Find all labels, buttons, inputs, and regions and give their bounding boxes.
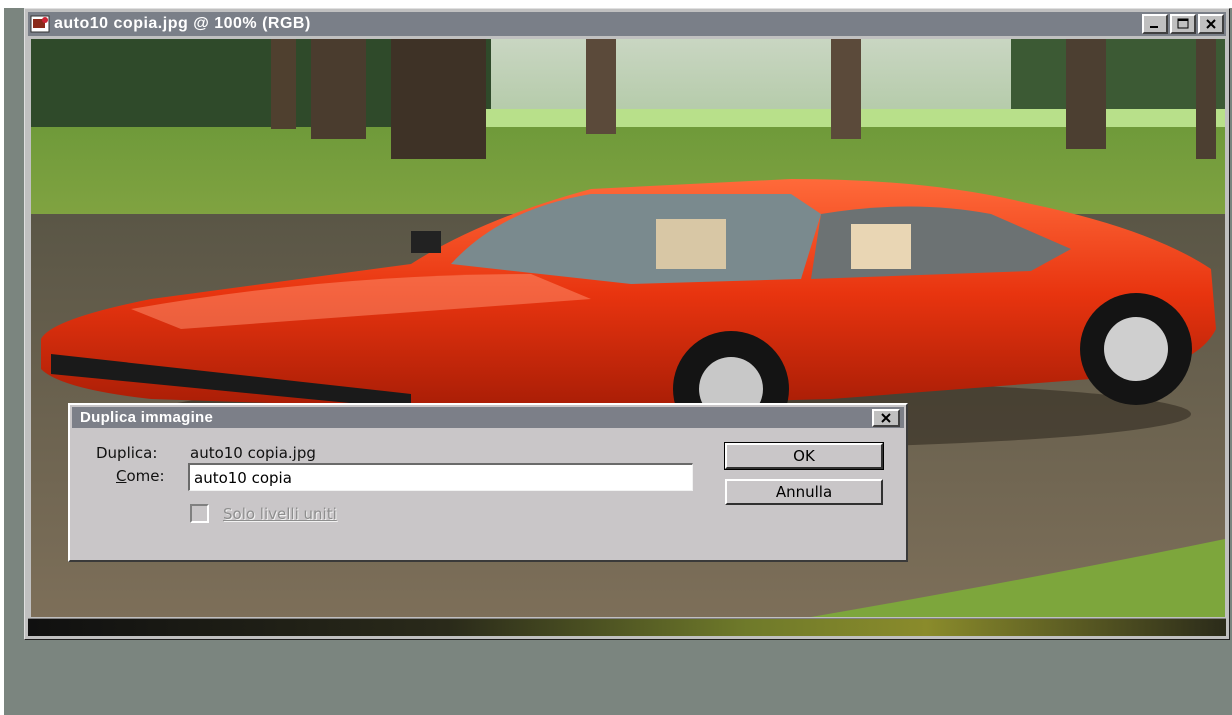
duplicate-source-name: auto10 copia.jpg <box>190 444 316 462</box>
horizontal-scrollbar[interactable] <box>28 618 1226 636</box>
screen-top-strip <box>0 0 1232 8</box>
maximize-icon[interactable] <box>1170 14 1196 34</box>
as-label: Come: <box>116 467 165 485</box>
merged-layers-label: Solo livelli uniti <box>223 504 337 523</box>
merged-layers-option[interactable]: Solo livelli uniti <box>190 504 337 523</box>
screen-left-strip <box>0 8 4 715</box>
dialog-title: Duplica immagine <box>80 409 214 426</box>
close-icon[interactable] <box>872 408 900 427</box>
document-title: auto10 copia.jpg @ 100% (RGB) <box>54 15 311 32</box>
dialog-titlebar[interactable]: Duplica immagine <box>72 407 904 428</box>
photoshop-document-icon[interactable] <box>28 13 54 35</box>
cancel-button[interactable]: Annulla <box>725 479 883 505</box>
ok-button[interactable]: OK <box>724 442 884 470</box>
duplicate-label: Duplica: <box>96 444 158 462</box>
as-label-rest: ome: <box>126 467 165 485</box>
duplicate-image-dialog: Duplica immagine Duplica: auto10 copia.j… <box>68 403 908 562</box>
close-icon[interactable] <box>1198 14 1224 34</box>
new-name-input[interactable] <box>188 463 693 491</box>
document-titlebar[interactable]: auto10 copia.jpg @ 100% (RGB) <box>28 12 1226 36</box>
minimize-icon[interactable] <box>1142 14 1168 34</box>
window-controls <box>1142 14 1224 34</box>
merged-layers-checkbox[interactable] <box>190 504 209 523</box>
